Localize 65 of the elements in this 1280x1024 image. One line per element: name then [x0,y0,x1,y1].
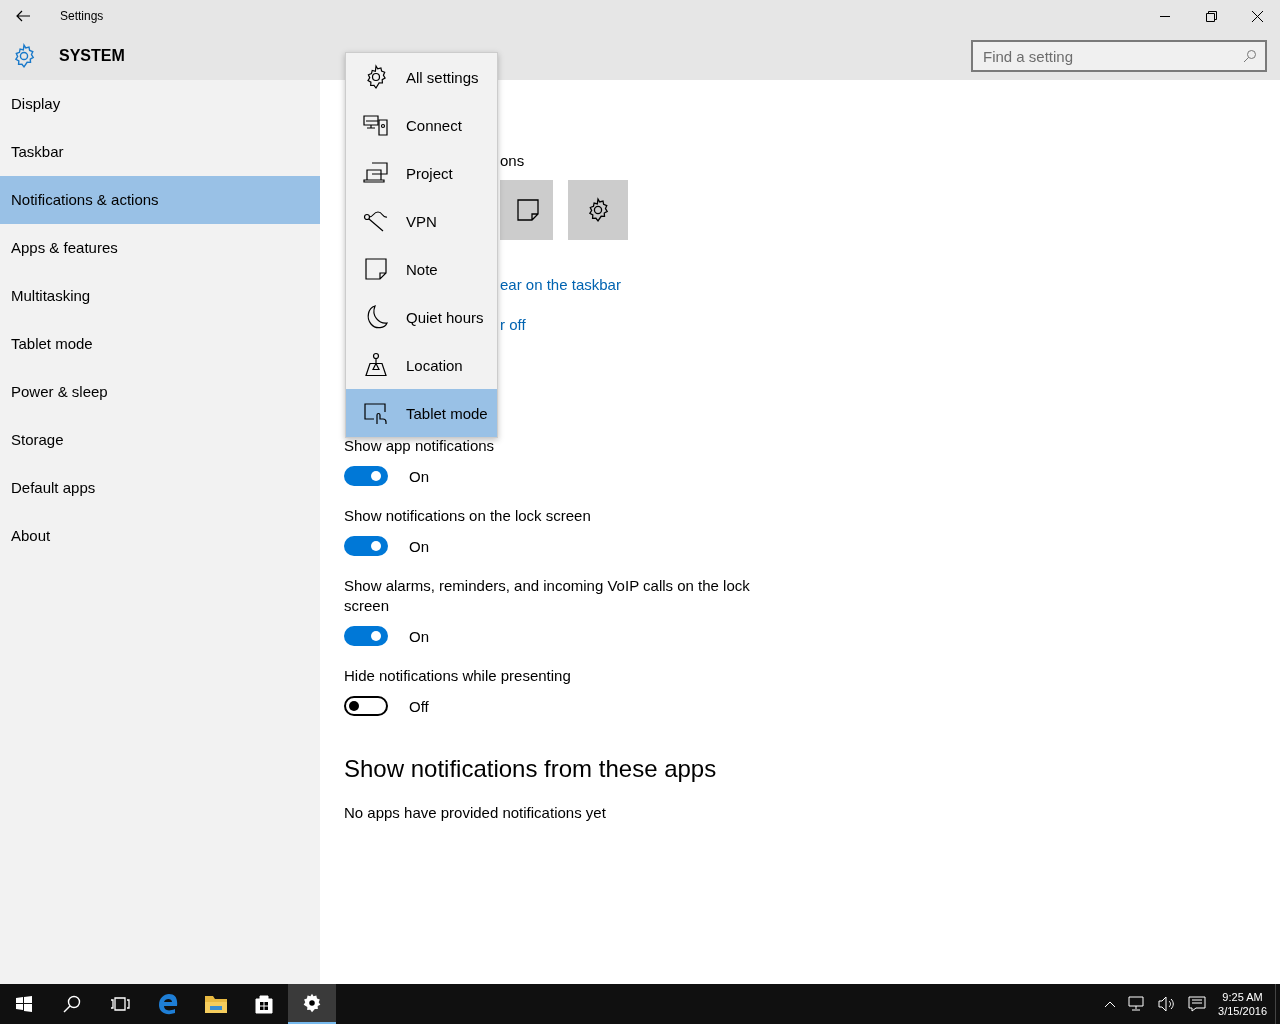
menu-item[interactable]: Tablet mode [346,389,497,437]
note-icon [363,256,389,282]
location-icon [363,352,389,378]
clock-date: 3/15/2016 [1218,1004,1267,1018]
empty-message: No apps have provided notifications yet [344,804,606,821]
network-icon[interactable] [1128,996,1147,1012]
toggle-state: On [409,537,429,555]
back-arrow-icon [16,10,30,22]
close-icon [1251,10,1263,22]
link[interactable]: ear on the taskbar [500,276,621,294]
sidebar-item[interactable]: Tablet mode [0,320,320,368]
sidebar-item[interactable]: Notifications & actions [0,176,320,224]
toggle-label: Hide notifications while presenting [344,666,572,686]
task-view-icon [110,996,130,1012]
caret-icon[interactable] [1104,1000,1117,1008]
toggle-state: On [409,627,429,645]
settings-button[interactable] [288,984,336,1024]
menu-item[interactable]: All settings [346,53,497,101]
quick-action-tile[interactable] [500,180,553,240]
menu-item[interactable]: Quiet hours [346,293,497,341]
monitor-speaker-icon [363,112,389,138]
toggle-switch[interactable] [344,536,388,556]
toggle-switch[interactable] [344,626,388,646]
sidebar-item[interactable]: Multitasking [0,272,320,320]
sidebar-item[interactable]: Display [0,80,320,128]
window-title: Settings [60,9,104,23]
subheading: ons [500,152,525,170]
search-icon [1243,49,1257,63]
quick-action-tile[interactable] [568,180,628,240]
sidebar-item[interactable]: Power & sleep [0,368,320,416]
sidebar-item[interactable]: Apps & features [0,224,320,272]
restore-icon [1205,10,1217,22]
toggle-label: Show app notifications [344,436,496,456]
gear-icon [302,993,322,1013]
sidebar-item[interactable]: Storage [0,416,320,464]
toggle-label: Show notifications on the lock screen [344,506,592,526]
vpn-icon [363,208,389,234]
volume-icon[interactable] [1158,996,1177,1012]
menu-item[interactable]: Project [346,149,497,197]
toggle-state: Off [409,697,429,715]
browser-e-icon [157,993,179,1015]
windows-logo-icon [16,996,32,1012]
toggle-state: On [409,467,429,485]
menu-item[interactable]: VPN [346,197,497,245]
folder-icon [204,994,228,1014]
sidebar-item[interactable]: Default apps [0,464,320,512]
menu-item[interactable]: Location [346,341,497,389]
toggle-switch[interactable] [344,466,388,486]
section-heading: Show notifications from these apps [344,754,717,784]
menu-item[interactable]: Connect [346,101,497,149]
notifications-icon[interactable] [1188,996,1207,1012]
note-icon [515,198,540,222]
section-title: SYSTEM [59,47,125,65]
tablet-hand-icon [363,400,389,426]
clock-time: 9:25 AM [1222,990,1263,1004]
sidebar-item[interactable]: About [0,512,320,560]
search-field[interactable]: Find a setting [971,40,1267,72]
sidebar-item[interactable]: Taskbar [0,128,320,176]
link[interactable]: r off [500,316,526,334]
toggle-switch[interactable] [344,696,388,716]
laptop-monitor-icon [363,160,389,186]
search-icon [63,995,81,1013]
shopping-bag-icon [254,994,274,1014]
menu-item[interactable]: Note [346,245,497,293]
toggle-label: Show alarms, reminders, and incoming VoIP calls on the lock screen [344,576,751,616]
